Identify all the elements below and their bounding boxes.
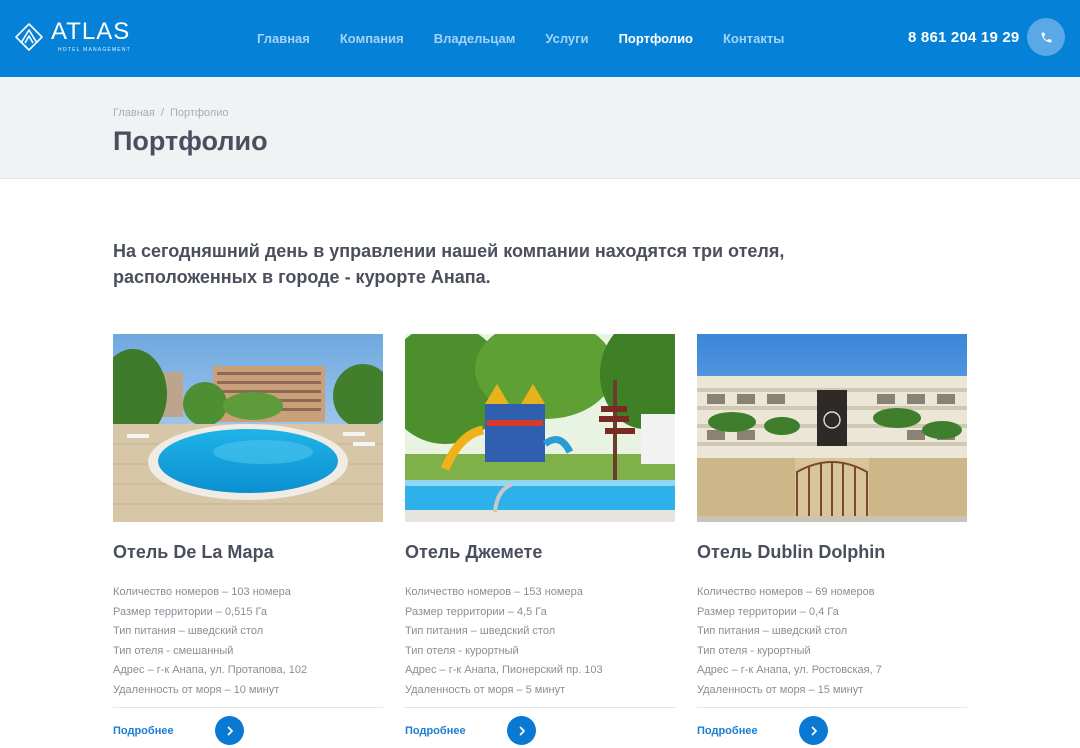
detail-meals: Тип питания – шведский стол — [697, 625, 848, 638]
chevron-right-icon — [227, 726, 233, 735]
nav-item-home[interactable]: Главная — [257, 31, 310, 46]
detail-rooms: Количество номеров – 69 номеров — [697, 586, 875, 598]
breadcrumb-current: Портфолио — [169, 107, 229, 119]
breadcrumb-home[interactable]: Главная — [113, 107, 155, 119]
chevron-right-icon — [811, 726, 817, 735]
breadcrumb: Главная / Портфолио — [113, 107, 228, 119]
detail-address: Адрес – г-к Анапа, ул. Протапова, 102 — [113, 664, 308, 677]
logo-subtitle: Hotel Management — [58, 47, 131, 53]
detail-distance: Удаленность от моря – 5 минут — [405, 683, 566, 696]
logo[interactable]: ATLAS Hotel Management — [14, 20, 131, 60]
detail-meals: Тип питания – шведский стол — [113, 625, 264, 638]
chevron-right-icon — [519, 726, 525, 735]
hotel-card: Отель De La Мара Количество номеров – 10… — [113, 334, 383, 746]
nav-item-owners[interactable]: Владельцам — [434, 31, 516, 46]
more-link[interactable]: Подробнее — [405, 725, 507, 737]
phone-number[interactable]: 8 861 204 19 29 — [908, 29, 1019, 46]
more-link[interactable]: Подробнее — [697, 725, 799, 737]
detail-address: Адрес – г-к Анапа, Пионерский пр. 103 — [405, 664, 603, 677]
more-button[interactable] — [507, 716, 536, 746]
detail-distance: Удаленность от моря – 15 минут — [697, 683, 864, 696]
detail-territory: Размер территории – 0,4 Га — [697, 605, 839, 618]
more-button[interactable] — [799, 716, 828, 746]
card-divider — [113, 706, 383, 708]
detail-type: Тип отеля - курортный — [697, 644, 811, 657]
nav-item-contacts[interactable]: Контакты — [723, 31, 784, 46]
hotel-details: Количество номеров – 153 номера Размер т… — [405, 583, 675, 701]
atlas-logo-icon — [15, 23, 43, 51]
hotel-name: Отель Джемете — [405, 542, 543, 562]
detail-address: Адрес – г-к Анапа, ул. Ростовская, 7 — [697, 664, 882, 677]
nav-item-portfolio[interactable]: Портфолио — [619, 31, 693, 46]
detail-rooms: Количество номеров – 103 номера — [113, 586, 291, 598]
hotel-card: Отель Джемете Количество номеров – 153 н… — [405, 334, 675, 746]
detail-territory: Размер территории – 4,5 Га — [405, 605, 547, 618]
hotel-name: Отель Dublin Dolphin — [697, 542, 886, 562]
more-link[interactable]: Подробнее — [113, 725, 215, 737]
detail-type: Тип отеля - смешанный — [113, 644, 234, 657]
breadcrumb-separator: / — [160, 107, 164, 119]
hotel-name: Отель De La Мара — [113, 542, 274, 562]
more-button[interactable] — [215, 716, 244, 746]
detail-distance: Удаленность от моря – 10 минут — [113, 683, 280, 696]
main-nav: Главная Компания Владельцам Услуги Портф… — [257, 31, 814, 46]
detail-meals: Тип питания – шведский стол — [405, 625, 556, 638]
hotel-details: Количество номеров – 69 номеров Размер т… — [697, 583, 967, 701]
hotel-details: Количество номеров – 103 номера Размер т… — [113, 583, 383, 701]
card-divider — [697, 706, 967, 708]
playground-pool-photo[interactable] — [405, 334, 675, 522]
site-header: ATLAS Hotel Management Главная Компания … — [0, 0, 1080, 77]
nav-item-company[interactable]: Компания — [340, 31, 404, 46]
intro-text: На сегодняшний день в управлении нашей к… — [113, 241, 785, 287]
detail-territory: Размер территории – 0,515 Га — [113, 605, 267, 618]
hotel-card: Отель Dublin Dolphin Количество номеров … — [697, 334, 967, 746]
logo-name: ATLAS — [51, 18, 131, 45]
hotel-facade-photo[interactable] — [697, 334, 967, 522]
nav-item-services[interactable]: Услуги — [545, 31, 588, 46]
page-title: Портфолио — [113, 126, 268, 156]
card-divider — [405, 706, 675, 708]
hotel-pool-photo[interactable] — [113, 334, 383, 522]
phone-icon — [1041, 32, 1051, 42]
detail-type: Тип отеля - курортный — [405, 644, 519, 657]
detail-rooms: Количество номеров – 153 номера — [405, 586, 583, 598]
call-button[interactable] — [1027, 18, 1065, 56]
